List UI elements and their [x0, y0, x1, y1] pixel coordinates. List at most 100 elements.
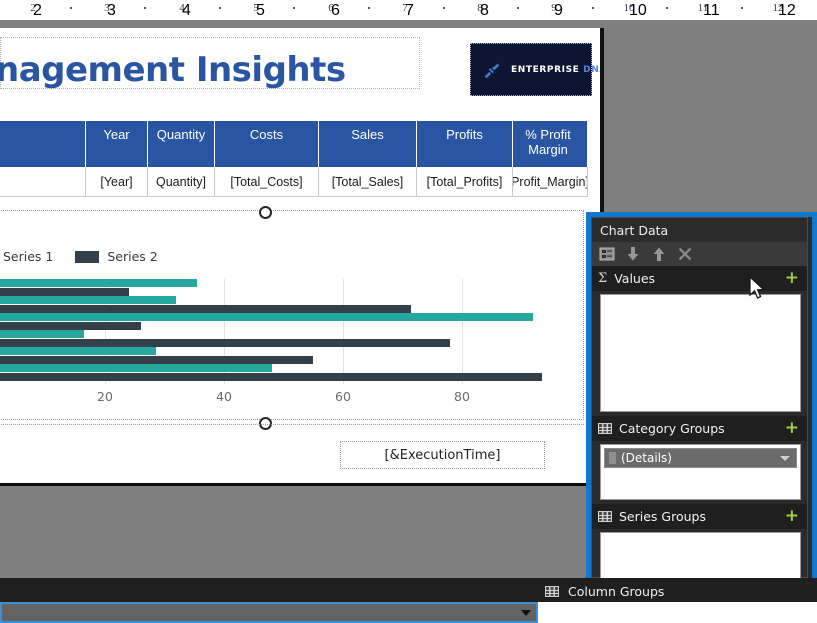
ruler-tick-9: 9: [551, 2, 557, 14]
ruler-minor-tick: [70, 7, 72, 9]
ruler-minor-tick: [517, 7, 519, 9]
chart-data-panel[interactable]: Chart Data Σ Values + Category Groups + …: [591, 217, 808, 586]
table-header-year[interactable]: Year: [86, 121, 148, 167]
table-cell-quantity[interactable]: Quantity]: [148, 167, 215, 197]
ruler-minor-tick: [368, 7, 370, 9]
chart-bar: [0, 364, 272, 372]
chart-gridline: [462, 279, 463, 384]
chart-x-axis-labels: 20 40 60 80: [0, 389, 585, 409]
values-section-header[interactable]: Σ Values +: [592, 266, 807, 291]
company-logo[interactable]: ENTERPRISE DNA: [470, 43, 602, 96]
chevron-down-icon[interactable]: [780, 455, 790, 461]
x-axis-tick-40: 40: [216, 389, 232, 404]
chart-bar: [0, 347, 156, 355]
drag-handle-icon[interactable]: [609, 452, 616, 464]
table-header-sales[interactable]: Sales: [319, 121, 417, 167]
properties-icon[interactable]: [599, 246, 615, 262]
column-groups-header[interactable]: Column Groups: [545, 584, 664, 599]
chart-region[interactable]: tle Series 1 Series 2 20406080: [0, 206, 585, 430]
canvas-background-right: [604, 28, 817, 212]
chart-data-toolbar[interactable]: [592, 242, 807, 266]
ruler-minor-tick: [219, 7, 221, 9]
ruler-tick-11: 11: [697, 2, 709, 14]
chart-bar: [0, 304, 412, 313]
grid-icon: [545, 586, 559, 597]
logo-enterprise-text: ENTERPRISE: [511, 64, 580, 75]
table-header-profits[interactable]: Profits: [417, 121, 513, 167]
category-group-item-details[interactable]: (Details): [604, 448, 797, 468]
category-groups-section-header[interactable]: Category Groups +: [592, 416, 807, 441]
move-up-icon[interactable]: [651, 246, 667, 262]
ruler-minor-tick: [741, 7, 743, 9]
move-down-icon[interactable]: [625, 246, 641, 262]
report-design-canvas[interactable]: nagement Insights ENTERPRISE DNA Year: [0, 28, 604, 486]
ruler-minor-tick: [592, 7, 594, 9]
legend-label-series-1: Series 1: [3, 249, 54, 264]
ruler-tick-3: 3: [104, 2, 110, 14]
tablix-table[interactable]: Year Quantity Costs Sales Profits % Prof…: [0, 121, 588, 197]
report-designer-window: 2 3 4 5 6 7 8 9 10 11 12 2 3 4 5 6 7 8 9…: [0, 0, 817, 623]
series-groups-section-header[interactable]: Series Groups +: [592, 504, 807, 529]
chart-bar: [0, 355, 314, 364]
category-group-label: (Details): [621, 451, 672, 465]
chart-bar: [0, 330, 85, 338]
report-title-textbox[interactable]: nagement Insights: [0, 37, 420, 90]
table-cell-profit-margin[interactable]: Profit_Margin]: [513, 167, 588, 197]
series-groups-section-label: Series Groups: [619, 509, 706, 524]
table-cell-blank[interactable]: [0, 167, 86, 197]
values-list[interactable]: [600, 294, 801, 412]
ruler-shadow: [0, 20, 817, 28]
ruler-tick-5: 5: [253, 2, 259, 14]
execution-time-textbox[interactable]: [&ExecutionTime]: [340, 441, 545, 469]
add-values-button[interactable]: +: [785, 270, 799, 287]
grouping-pane: [0, 578, 817, 602]
mouse-cursor: [749, 276, 766, 299]
page-title: nagement Insights: [0, 50, 346, 90]
ruler-minor-tick: [293, 7, 295, 9]
chevron-down-icon[interactable]: [521, 609, 531, 616]
category-groups-section-left: Category Groups: [598, 421, 725, 436]
x-axis-tick-20: 20: [97, 389, 113, 404]
bottom-dropdown[interactable]: [0, 602, 538, 623]
table-header-blank[interactable]: [0, 121, 86, 167]
logo-wordmark: ENTERPRISE DNA: [511, 64, 602, 75]
chart-data-panel-title: Chart Data: [600, 223, 669, 238]
execution-time-label: [&ExecutionTime]: [384, 447, 501, 463]
table-cell-sales[interactable]: [Total_Sales]: [319, 167, 417, 197]
table-header-quantity[interactable]: Quantity: [148, 121, 215, 167]
chart-legend[interactable]: Series 1 Series 2: [0, 249, 172, 264]
table-header-costs[interactable]: Costs: [215, 121, 319, 167]
x-axis-tick-60: 60: [335, 389, 351, 404]
grid-icon: [598, 511, 612, 522]
table-header-profit-margin[interactable]: % Profit Margin: [513, 121, 588, 167]
dna-helix-icon: [484, 63, 500, 78]
add-category-group-button[interactable]: +: [785, 420, 799, 437]
tablix-header-row: Year Quantity Costs Sales Profits % Prof…: [0, 121, 588, 167]
ruler-tick-8: 8: [477, 2, 483, 14]
sigma-icon: Σ: [598, 271, 608, 286]
category-groups-list[interactable]: (Details): [600, 444, 801, 500]
ruler-tick-4: 4: [179, 2, 185, 14]
legend-swatch-series-2: [75, 250, 100, 263]
horizontal-ruler[interactable]: 2 3 4 5 6 7 8 9 10 11 12: [0, 0, 817, 21]
series-groups-section-left: Series Groups: [598, 509, 706, 524]
chart-bar: [0, 296, 177, 304]
ruler-tick-12: 12: [772, 2, 784, 14]
grid-icon: [598, 423, 612, 434]
x-axis-tick-80: 80: [454, 389, 470, 404]
ruler-tick-2: 2: [30, 2, 36, 14]
table-cell-costs[interactable]: [Total_Costs]: [215, 167, 319, 197]
chart-bar: [0, 279, 198, 287]
chart-bar: [0, 372, 543, 381]
delete-icon[interactable]: [677, 246, 693, 262]
table-cell-year[interactable]: [Year]: [86, 167, 148, 197]
chart-bar: [0, 338, 451, 347]
ruler-minor-tick: [666, 7, 668, 9]
chart-gridline: [343, 279, 344, 384]
values-section-left: Σ Values: [598, 271, 655, 286]
table-cell-profits[interactable]: [Total_Profits]: [417, 167, 513, 197]
add-series-group-button[interactable]: +: [785, 508, 799, 525]
chart-bar: [0, 287, 129, 296]
resize-handle-top[interactable]: [259, 206, 272, 219]
chart-plot-area[interactable]: [0, 279, 585, 384]
